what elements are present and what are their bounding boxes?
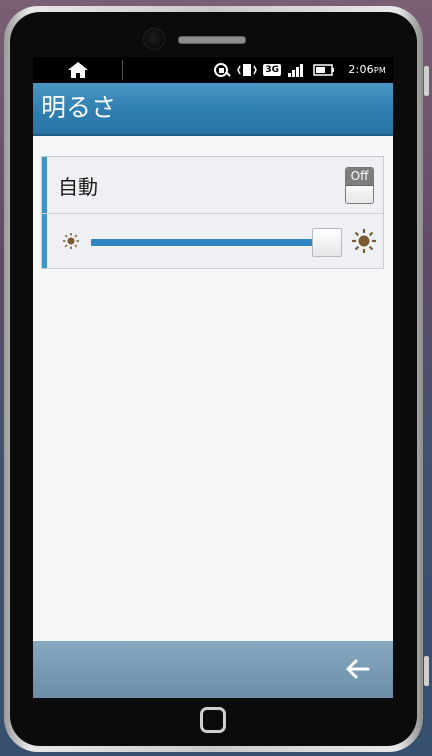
status-bar: 3G 2:06PM [33, 57, 393, 83]
back-arrow-icon[interactable] [345, 657, 371, 681]
vibrate-icon [237, 64, 258, 76]
status-time: 2:06PM [348, 63, 386, 76]
signal-icon [288, 64, 303, 77]
camera-icon [143, 28, 165, 50]
brightness-card: 自動 Off [41, 156, 384, 269]
sun-small-icon [63, 233, 79, 249]
brightness-slider-fill [91, 239, 328, 246]
sync-icon [214, 63, 232, 77]
status-divider [122, 60, 123, 80]
hardware-home-button[interactable] [200, 707, 226, 733]
toggle-state-label: Off [346, 168, 373, 185]
sun-large-icon [352, 229, 376, 253]
status-time-value: 2:06 [348, 63, 374, 76]
brightness-slider-row [42, 214, 383, 270]
speaker-grille [178, 36, 246, 44]
side-button [424, 66, 429, 96]
auto-brightness-label: 自動 [58, 175, 98, 199]
title-bar: 明るさ [33, 83, 393, 136]
auto-brightness-row[interactable]: 自動 Off [42, 157, 383, 214]
battery-icon [313, 64, 334, 76]
toggle-knob [346, 185, 373, 203]
screen: 3G 2:06PM 明るさ 自動 Off [33, 57, 393, 698]
status-time-ampm: PM [373, 66, 386, 75]
bottom-bar [33, 641, 393, 698]
auto-brightness-toggle[interactable]: Off [345, 167, 374, 204]
brightness-slider-track[interactable] [91, 239, 328, 246]
page-title: 明るさ [41, 93, 117, 122]
side-button [424, 656, 429, 686]
status-icons: 3G [213, 62, 335, 78]
3g-icon: 3G [263, 64, 281, 76]
brightness-slider-thumb[interactable] [312, 228, 342, 257]
home-icon[interactable] [67, 61, 89, 79]
